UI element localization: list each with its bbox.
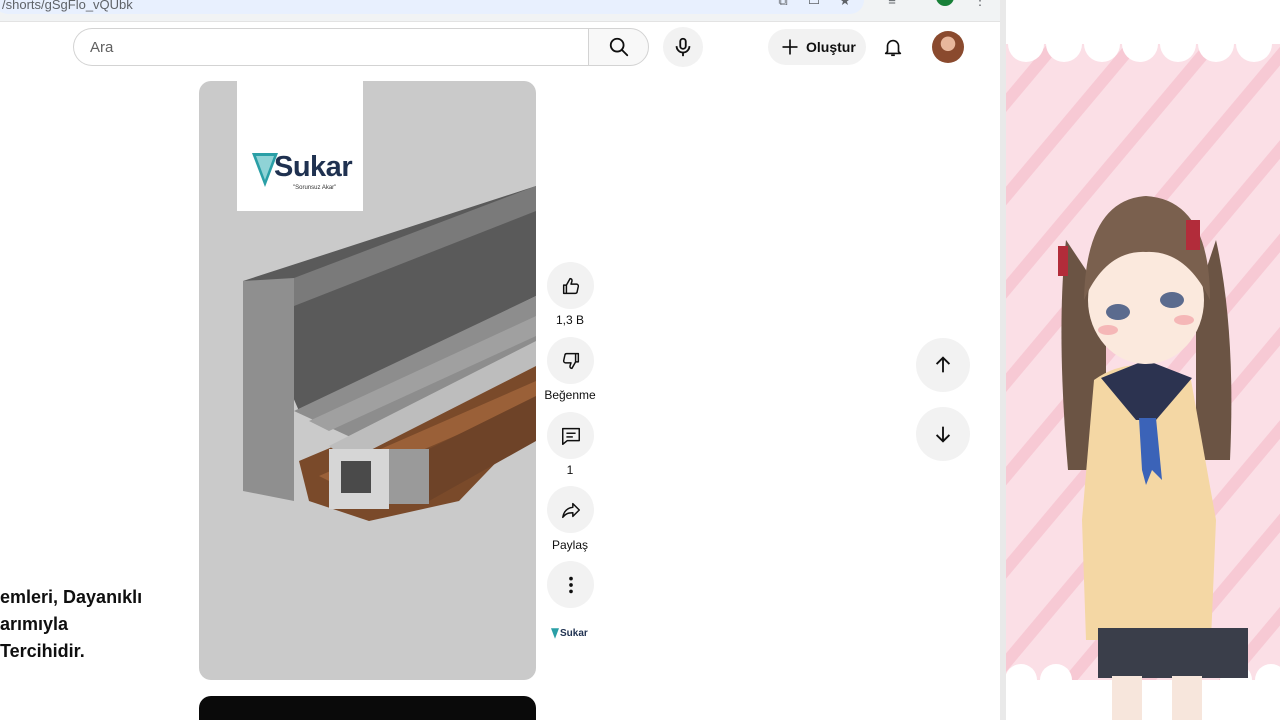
plus-icon: [782, 39, 798, 55]
channel-name: Sukar: [560, 628, 588, 639]
search-button[interactable]: [588, 28, 649, 66]
title-line: Tercihidir.: [0, 641, 85, 661]
share-arrow-icon: [561, 502, 580, 518]
thumbs-up-icon: [562, 277, 579, 294]
title-line: emleri, Dayanıklı: [0, 587, 143, 607]
next-short-button[interactable]: [916, 407, 970, 461]
bell-icon: [884, 39, 902, 57]
like-button[interactable]: [547, 262, 594, 309]
arrow-down-icon: [935, 426, 951, 443]
thumbs-down-icon: [562, 352, 579, 369]
voice-search-button[interactable]: [663, 27, 703, 67]
create-label: Oluştur: [806, 39, 856, 55]
comment-icon: [561, 427, 580, 445]
previous-short-button[interactable]: [916, 338, 970, 392]
address-bar[interactable]: /shorts/gSgFlo_vQUbk: [0, 0, 864, 14]
brand-logo-card: Sukar "Sorunsuz Akar": [237, 81, 363, 211]
cast-icon[interactable]: ▭: [806, 0, 822, 8]
more-vertical-icon: [568, 576, 573, 593]
url-text: /shorts/gSgFlo_vQUbk: [2, 0, 133, 12]
microphone-icon: [675, 37, 691, 57]
like-count: 1,3 B: [555, 313, 585, 327]
translate-icon[interactable]: ⧉: [775, 0, 791, 8]
search-input[interactable]: [74, 29, 589, 65]
dislike-button[interactable]: [547, 337, 594, 384]
next-short-preview[interactable]: [199, 696, 536, 720]
notifications-button[interactable]: [873, 27, 913, 67]
search-box: [73, 28, 589, 66]
brand-name: Sukar: [274, 151, 353, 183]
title-line: arımıyla: [0, 614, 69, 634]
video-title[interactable]: emleri, Dayanıklı arımıyla Tercihidir.: [0, 584, 190, 665]
screen: /shorts/gSgFlo_vQUbk ⧉ ▭ ★ ≡ ⋮ Oluştur: [0, 0, 1280, 720]
sukar-mini-logo-icon: [551, 628, 559, 639]
share-label: Paylaş: [551, 538, 589, 552]
more-options-button[interactable]: [547, 561, 594, 608]
bookmark-star-icon[interactable]: ★: [837, 0, 853, 8]
channel-thumbnail[interactable]: Sukar: [551, 628, 588, 639]
create-button[interactable]: Oluştur: [768, 29, 866, 65]
youtube-header: Oluştur: [0, 22, 1000, 72]
dislike-label: Beğenme: [544, 388, 596, 402]
browser-profile-icon[interactable]: [936, 0, 954, 6]
anime-character-illustration: [1006, 0, 1280, 720]
arrow-up-icon: [935, 356, 951, 373]
browser-menu-icon[interactable]: ⋮: [972, 0, 988, 8]
comments-button[interactable]: [547, 412, 594, 459]
account-avatar[interactable]: [932, 31, 964, 63]
brand-tagline: "Sorunsuz Akar": [293, 185, 337, 191]
media-control-icon[interactable]: ≡: [884, 0, 900, 8]
search-icon: [609, 37, 628, 57]
shorts-video-player[interactable]: Sukar "Sorunsuz Akar": [199, 81, 536, 680]
browser-toolbar: /shorts/gSgFlo_vQUbk ⧉ ▭ ★ ≡ ⋮: [0, 0, 1000, 22]
streamer-overlay-panel: [1000, 0, 1280, 720]
comment-count: 1: [566, 463, 574, 477]
share-button[interactable]: [547, 486, 594, 533]
